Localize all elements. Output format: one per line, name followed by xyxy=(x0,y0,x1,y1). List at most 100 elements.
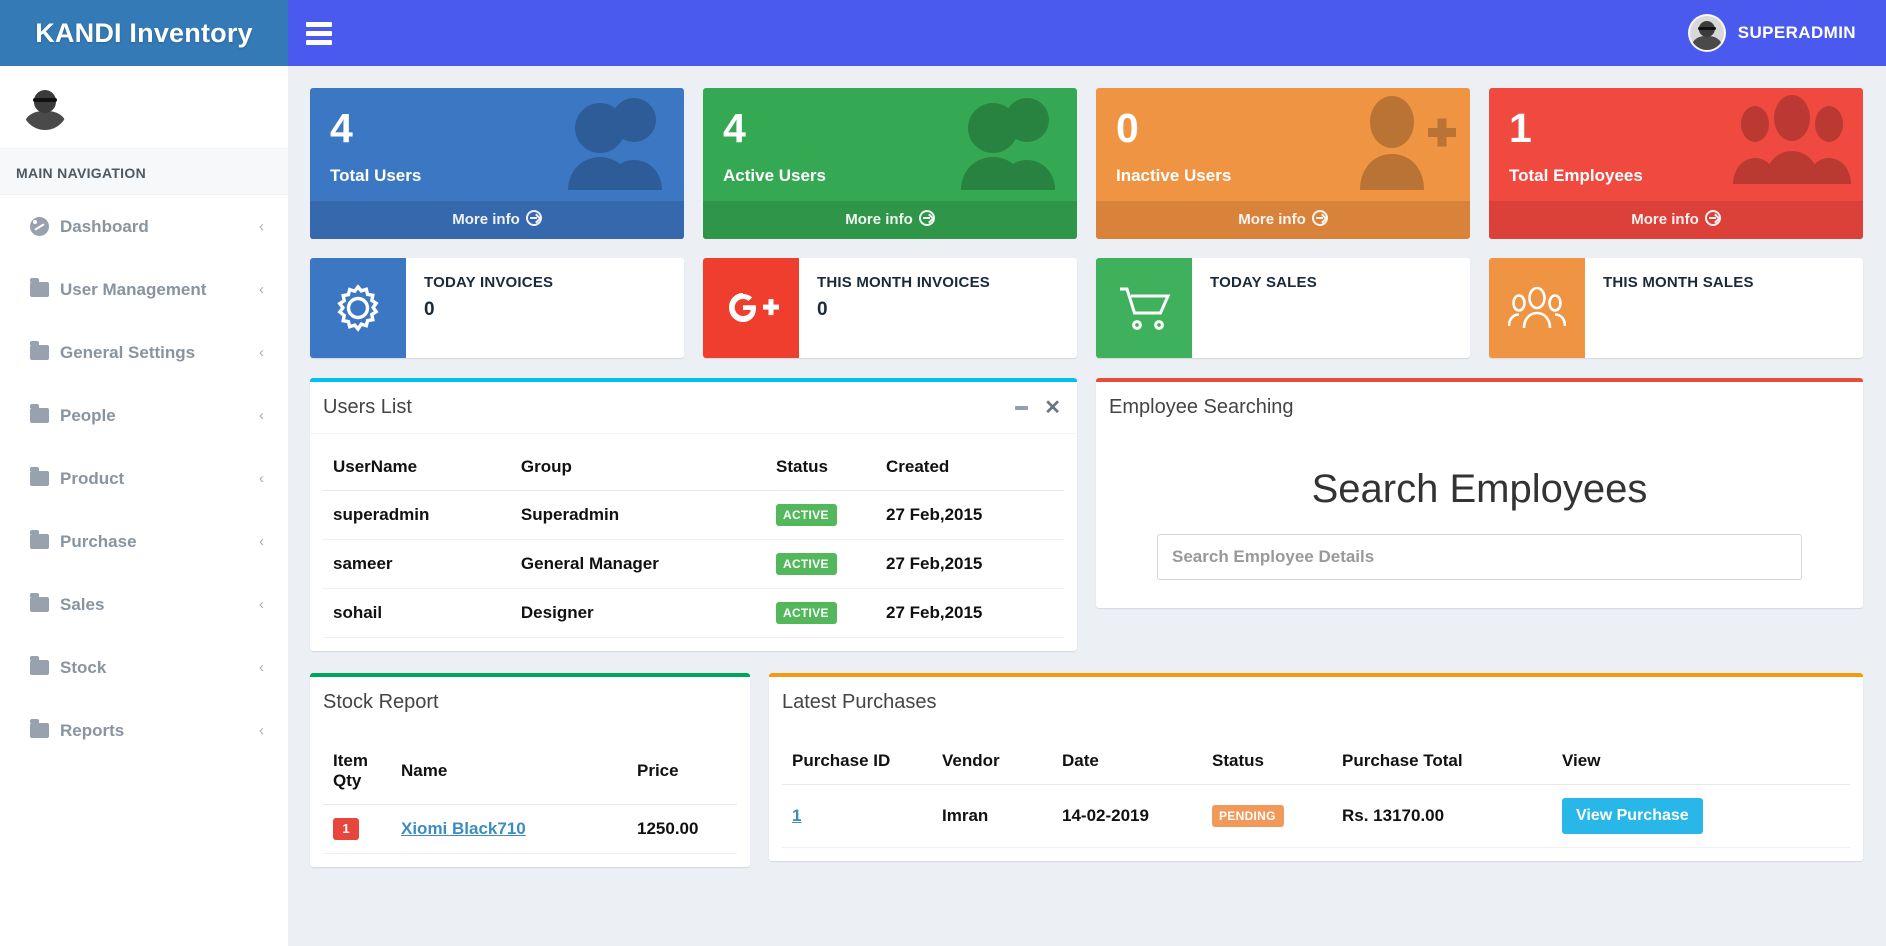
purchase-date: 14-02-2019 xyxy=(1052,784,1202,848)
hamburger-icon[interactable] xyxy=(288,0,350,66)
stat-card-more-link[interactable]: More info xyxy=(310,201,684,239)
stat-card-body: 4 Total Users xyxy=(310,88,684,201)
app-logo[interactable]: KANDI Inventory xyxy=(0,0,288,66)
stock-col-qty: Item Qty xyxy=(323,738,391,805)
small-box-title: TODAY SALES xyxy=(1210,274,1317,291)
close-icon[interactable]: ✕ xyxy=(1044,398,1061,418)
sidebar-nav-list: Dashboard ‹ User Management ‹ General Settin… xyxy=(0,195,288,762)
sidebar-item-label: Dashboard xyxy=(60,216,149,236)
hamburger-bars xyxy=(306,18,332,49)
gauge-icon xyxy=(30,217,60,236)
status-badge: ACTIVE xyxy=(775,504,837,526)
user-menu[interactable]: SUPERADMIN xyxy=(1687,14,1860,52)
sidebar-item-product[interactable]: Product ‹ xyxy=(0,447,288,510)
chevron-left-icon: ‹ xyxy=(259,470,264,487)
sidebar-item-label: People xyxy=(60,405,116,425)
small-box-row: TODAY INVOICES 0 THIS MONTH INVOICES 0 TODAY… xyxy=(310,258,1863,358)
latest-purchases-panel: Latest Purchases Purchase ID Vendor Date St… xyxy=(769,673,1863,861)
table-row: sameer General Manager ACTIVE 27 Feb,2015 xyxy=(323,539,1064,589)
folder-icon xyxy=(30,593,60,612)
view-purchase-button[interactable]: View Purchase xyxy=(1562,798,1703,834)
sidebar-item-user-management[interactable]: User Management ‹ xyxy=(0,258,288,321)
users-panel-tools: ✕ xyxy=(1015,398,1061,418)
user-status-cell: ACTIVE xyxy=(765,490,876,540)
stat-card-total-users[interactable]: 4 Total Users More info xyxy=(310,88,684,239)
app-logo-text: KANDI Inventory xyxy=(35,17,253,48)
stat-card-more-link[interactable]: More info xyxy=(1096,201,1470,239)
small-box-text: TODAY SALES xyxy=(1192,258,1470,358)
user-username: sohail xyxy=(323,588,511,638)
chevron-left-icon: ‹ xyxy=(259,281,264,298)
stat-card-more-link[interactable]: More info xyxy=(1489,201,1863,239)
stock-price: 1250.00 xyxy=(627,804,737,854)
users-table: UserName Group Status Created superadmin Sup… xyxy=(323,444,1064,638)
sidebar-item-stock[interactable]: Stock ‹ xyxy=(0,636,288,699)
sidebar-item-general-settings[interactable]: General Settings ‹ xyxy=(0,321,288,384)
purchases-col-vendor: Vendor xyxy=(932,738,1052,785)
small-box-this-month-invoices[interactable]: THIS MONTH INVOICES 0 xyxy=(703,258,1077,358)
sidebar-item-purchase[interactable]: Purchase ‹ xyxy=(0,510,288,573)
user-username: superadmin xyxy=(323,490,511,540)
stat-card-active-users[interactable]: 4 Active Users More info xyxy=(703,88,1077,239)
sidebar-item-sales[interactable]: Sales ‹ xyxy=(0,573,288,636)
stat-card-body: 1 Total Employees xyxy=(1489,88,1863,201)
purchases-col-status: Status xyxy=(1202,738,1332,785)
stat-card-body: 0 Inactive Users xyxy=(1096,88,1470,201)
purchase-id-link[interactable]: 1 xyxy=(792,806,801,825)
sidebar-item-label: Stock xyxy=(60,657,107,677)
search-heading: Search Employees xyxy=(1311,467,1648,511)
user-group: Superadmin xyxy=(510,490,766,540)
minimize-icon[interactable] xyxy=(1015,405,1029,410)
qty-badge: 1 xyxy=(333,818,359,840)
sidebar-item-label: Sales xyxy=(60,594,105,614)
top-header: KANDI Inventory SUPERADMIN xyxy=(0,0,1886,66)
user-group: General Manager xyxy=(510,539,766,589)
stock-table: Item Qty Name Price 1 Xiomi Black710 1250.… xyxy=(323,738,737,854)
table-row: 1 Imran 14-02-2019 PENDING Rs. 13170.00 View … xyxy=(782,784,1850,848)
stock-name: Xiomi Black710 xyxy=(391,804,627,854)
sidebar-profile[interactable] xyxy=(0,66,288,148)
google-plus-icon xyxy=(703,258,799,358)
stock-item-link[interactable]: Xiomi Black710 xyxy=(401,819,526,838)
user-plus-icon xyxy=(1348,94,1460,195)
purchases-table: Purchase ID Vendor Date Status Purchase Tota… xyxy=(782,738,1850,848)
stat-card-more-label: More info xyxy=(452,211,520,228)
small-box-today-invoices[interactable]: TODAY INVOICES 0 xyxy=(310,258,684,358)
users-panel-title: Users List xyxy=(323,396,412,418)
stat-card-total-employees[interactable]: 1 Total Employees More info xyxy=(1489,88,1863,239)
search-input[interactable] xyxy=(1157,534,1802,580)
top-navbar: SUPERADMIN xyxy=(288,0,1886,66)
small-box-this-month-sales[interactable]: THIS MONTH SALES xyxy=(1489,258,1863,358)
purchases-col-date: Date xyxy=(1052,738,1202,785)
user-group: Designer xyxy=(510,588,766,638)
purchases-panel-title: Latest Purchases xyxy=(782,691,937,713)
purchase-view-cell: View Purchase xyxy=(1552,784,1850,848)
sidebar-item-dashboard[interactable]: Dashboard ‹ xyxy=(0,195,288,258)
users-col-username: UserName xyxy=(323,444,511,491)
small-box-today-sales[interactable]: TODAY SALES xyxy=(1096,258,1470,358)
arrow-circle-right-icon xyxy=(918,210,935,226)
employee-search-panel: Employee Searching Search Employees xyxy=(1096,378,1863,608)
small-box-value: 0 xyxy=(817,299,828,320)
table-row: 1 Xiomi Black710 1250.00 xyxy=(323,804,737,854)
small-box-text: TODAY INVOICES 0 xyxy=(406,258,684,358)
sidebar-item-label: General Settings xyxy=(60,342,196,362)
sidebar-item-reports[interactable]: Reports ‹ xyxy=(0,699,288,762)
sidebar-item-people[interactable]: People ‹ xyxy=(0,384,288,447)
purchase-vendor: Imran xyxy=(932,784,1052,848)
stock-qty-cell: 1 xyxy=(323,804,391,854)
employee-search-area: Search Employees xyxy=(1096,433,1863,608)
sidebar: MAIN NAVIGATION Dashboard ‹ User Managemen… xyxy=(0,66,288,946)
stat-card-inactive-users[interactable]: 0 Inactive Users More info xyxy=(1096,88,1470,239)
purchases-col-view: View xyxy=(1552,738,1850,785)
stat-card-more-link[interactable]: More info xyxy=(703,201,1077,239)
stat-card-body: 4 Active Users xyxy=(703,88,1077,201)
stat-card-row: 4 Total Users More info 4 Active Users More i… xyxy=(310,88,1863,239)
purchases-panel-header: Latest Purchases xyxy=(769,677,1863,728)
users-table-body: superadmin Superadmin ACTIVE 27 Feb,2015 sam… xyxy=(323,490,1064,638)
arrow-circle-right-icon xyxy=(1311,210,1328,226)
folder-icon xyxy=(30,719,60,738)
stat-card-more-label: More info xyxy=(845,211,913,228)
user-status-cell: ACTIVE xyxy=(765,588,876,638)
purchase-status-cell: PENDING xyxy=(1202,784,1332,848)
